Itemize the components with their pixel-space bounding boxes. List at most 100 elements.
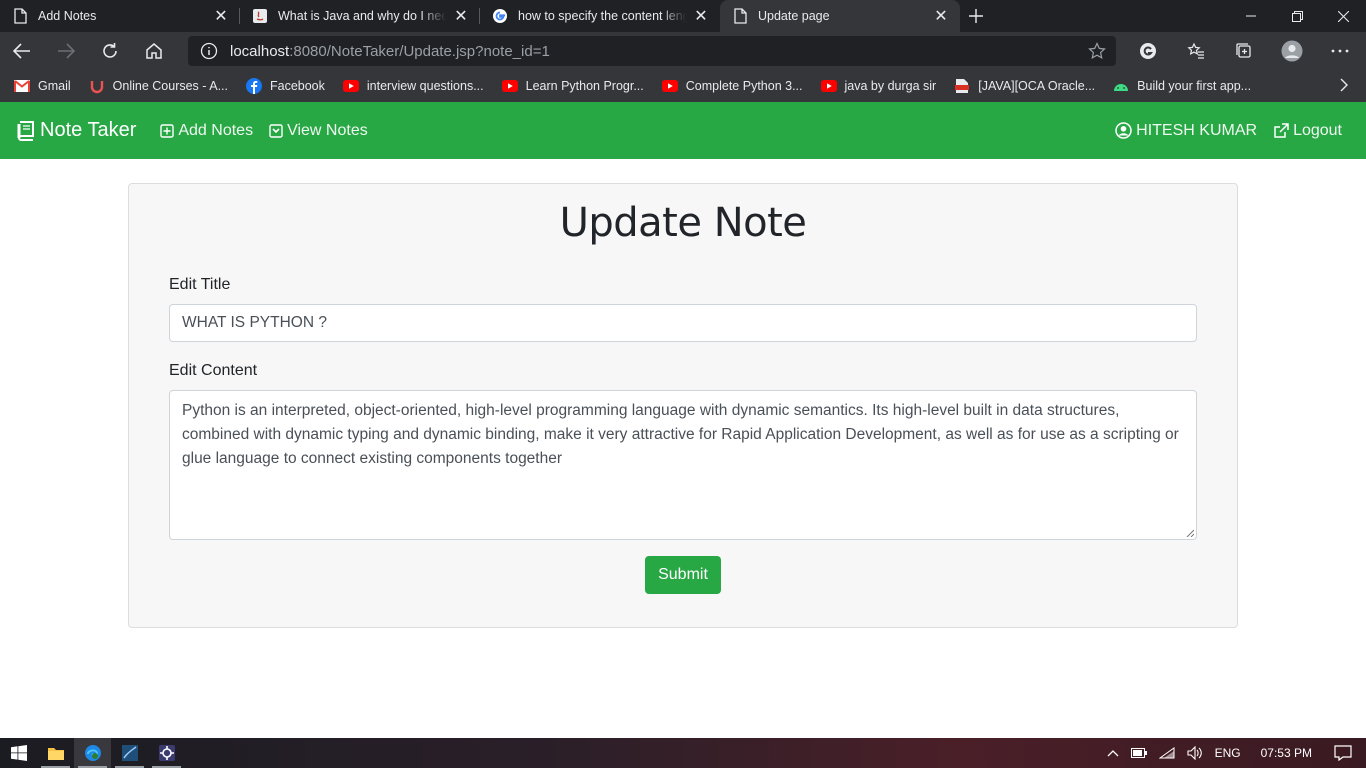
youtube-icon: [820, 78, 837, 94]
notification-icon[interactable]: [1334, 745, 1352, 761]
bookmarks-overflow-button[interactable]: [1340, 78, 1348, 92]
tab-title: What is Java and why do I need it?: [278, 9, 446, 23]
bookmark-interview-questions[interactable]: interview questions...: [342, 78, 484, 94]
pdf-icon: [954, 78, 970, 94]
start-button[interactable]: [0, 738, 37, 768]
java-icon: [252, 8, 268, 24]
url-text: localhost:8080/NoteTaker/Update.jsp?note…: [230, 42, 550, 60]
nav-view-notes[interactable]: View Notes: [269, 122, 368, 140]
youtube-icon: [501, 78, 518, 94]
bookmark-facebook[interactable]: Facebook: [245, 78, 325, 94]
book-icon: [17, 120, 34, 141]
favorite-star-icon: [1088, 42, 1106, 59]
edit-content-label: Edit Content: [169, 362, 258, 379]
home-button[interactable]: [132, 32, 176, 70]
close-icon[interactable]: ✕: [692, 7, 710, 25]
brand-link[interactable]: Note Taker: [16, 119, 136, 142]
eclipse-taskbar[interactable]: [148, 738, 185, 768]
tab-java[interactable]: What is Java and why do I need it? ✕: [240, 0, 480, 32]
submit-button[interactable]: Submit: [645, 556, 721, 594]
browser-toolbar: localhost:8080/NoteTaker/Update.jsp?note…: [0, 32, 1366, 70]
update-note-card: Update Note Edit Title WHAT IS PYTHON ? …: [128, 183, 1238, 628]
bookmark-gmail[interactable]: Gmail: [14, 78, 71, 94]
page-title: Update Note: [559, 200, 807, 246]
bookmark-online-courses[interactable]: Online Courses - A...: [89, 78, 228, 94]
bookmark-learn-python[interactable]: Learn Python Progr...: [501, 78, 644, 94]
content-textarea[interactable]: Python is an interpreted, object-oriente…: [169, 390, 1197, 540]
youtube-icon: [342, 78, 359, 94]
clock[interactable]: 07:53 PM: [1261, 746, 1312, 760]
nav-logout[interactable]: Logout: [1273, 122, 1342, 140]
back-button[interactable]: [0, 32, 44, 70]
nav-add-notes[interactable]: Add Notes: [160, 122, 253, 140]
close-icon[interactable]: ✕: [932, 7, 950, 25]
reload-button[interactable]: [88, 32, 132, 70]
bookmark-java-durga[interactable]: java by durga sir: [820, 78, 936, 94]
windows-icon: [10, 745, 27, 761]
more-menu-button[interactable]: [1316, 32, 1364, 70]
grammarly-icon: [1140, 43, 1156, 59]
address-bar[interactable]: localhost:8080/NoteTaker/Update.jsp?note…: [188, 36, 1116, 66]
udemy-icon: [89, 78, 105, 94]
plus-square-icon: [160, 123, 175, 138]
restore-button[interactable]: [1274, 0, 1320, 32]
avatar-icon: [1281, 40, 1303, 62]
collections-button[interactable]: [1220, 32, 1268, 70]
window-controls: [1228, 0, 1366, 32]
info-icon: [200, 42, 218, 60]
close-icon[interactable]: ✕: [212, 7, 230, 25]
edit-title-label: Edit Title: [169, 276, 231, 293]
chevron-up-icon[interactable]: [1107, 749, 1119, 757]
title-input[interactable]: WHAT IS PYTHON ?: [169, 304, 1197, 342]
chevron-right-icon: [1340, 78, 1348, 92]
sql-developer-taskbar[interactable]: [111, 738, 148, 768]
collections-icon: [1236, 43, 1251, 58]
page-icon: [12, 8, 28, 24]
sql-icon: [121, 745, 138, 761]
minimize-button[interactable]: [1228, 0, 1274, 32]
plus-icon: [969, 9, 983, 23]
close-icon[interactable]: ✕: [452, 7, 470, 25]
close-window-button[interactable]: [1320, 0, 1366, 32]
favorites-icon: [1187, 42, 1204, 59]
settings-app-icon: [158, 745, 175, 761]
file-explorer-taskbar[interactable]: [37, 738, 74, 768]
edge-taskbar[interactable]: [74, 738, 111, 768]
tab-add-notes[interactable]: Add Notes ✕: [0, 0, 240, 32]
ellipsis-icon: [1331, 49, 1349, 53]
favorites-button[interactable]: [1172, 32, 1220, 70]
tab-title: how to specify the content length: [518, 9, 686, 23]
home-icon: [146, 43, 162, 59]
nav-user[interactable]: HITESH KUMAR: [1115, 122, 1257, 140]
system-tray: ENG 07:53 PM: [1101, 738, 1366, 768]
bookmark-java-oca[interactable]: [JAVA][OCA Oracle...: [954, 78, 1095, 94]
profile-button[interactable]: [1268, 32, 1316, 70]
tab-google[interactable]: how to specify the content length ✕: [480, 0, 720, 32]
external-link-icon: [1274, 122, 1289, 138]
volume-icon[interactable]: [1187, 746, 1203, 760]
forward-arrow-icon: [58, 43, 75, 59]
gmail-icon: [14, 78, 30, 94]
facebook-icon: [245, 78, 262, 94]
tab-title: Update page: [758, 9, 830, 23]
content-text: Python is an interpreted, object-oriente…: [182, 402, 1179, 467]
new-tab-button[interactable]: [960, 0, 992, 32]
folder-icon: [47, 748, 64, 760]
edge-icon: [84, 745, 101, 761]
wifi-icon[interactable]: [1158, 747, 1175, 759]
resize-handle-icon: [1186, 529, 1194, 537]
tab-update-page[interactable]: Update page ✕: [720, 0, 960, 32]
youtube-icon: [661, 78, 678, 94]
extension-button[interactable]: [1124, 32, 1172, 70]
android-icon: [1113, 78, 1129, 94]
archive-icon: [269, 123, 283, 138]
bookmark-complete-python[interactable]: Complete Python 3...: [661, 78, 803, 94]
back-arrow-icon: [13, 43, 30, 59]
forward-button[interactable]: [44, 32, 88, 70]
language-indicator[interactable]: ENG: [1215, 746, 1241, 760]
browser-tab-strip: Add Notes ✕ What is Java and why do I ne…: [0, 0, 1366, 32]
tab-title: Add Notes: [38, 9, 97, 23]
bookmark-build-app[interactable]: Build your first app...: [1113, 78, 1251, 94]
battery-icon[interactable]: [1130, 748, 1147, 758]
app-navbar: Note Taker Add Notes View Notes HITESH K…: [0, 102, 1366, 159]
